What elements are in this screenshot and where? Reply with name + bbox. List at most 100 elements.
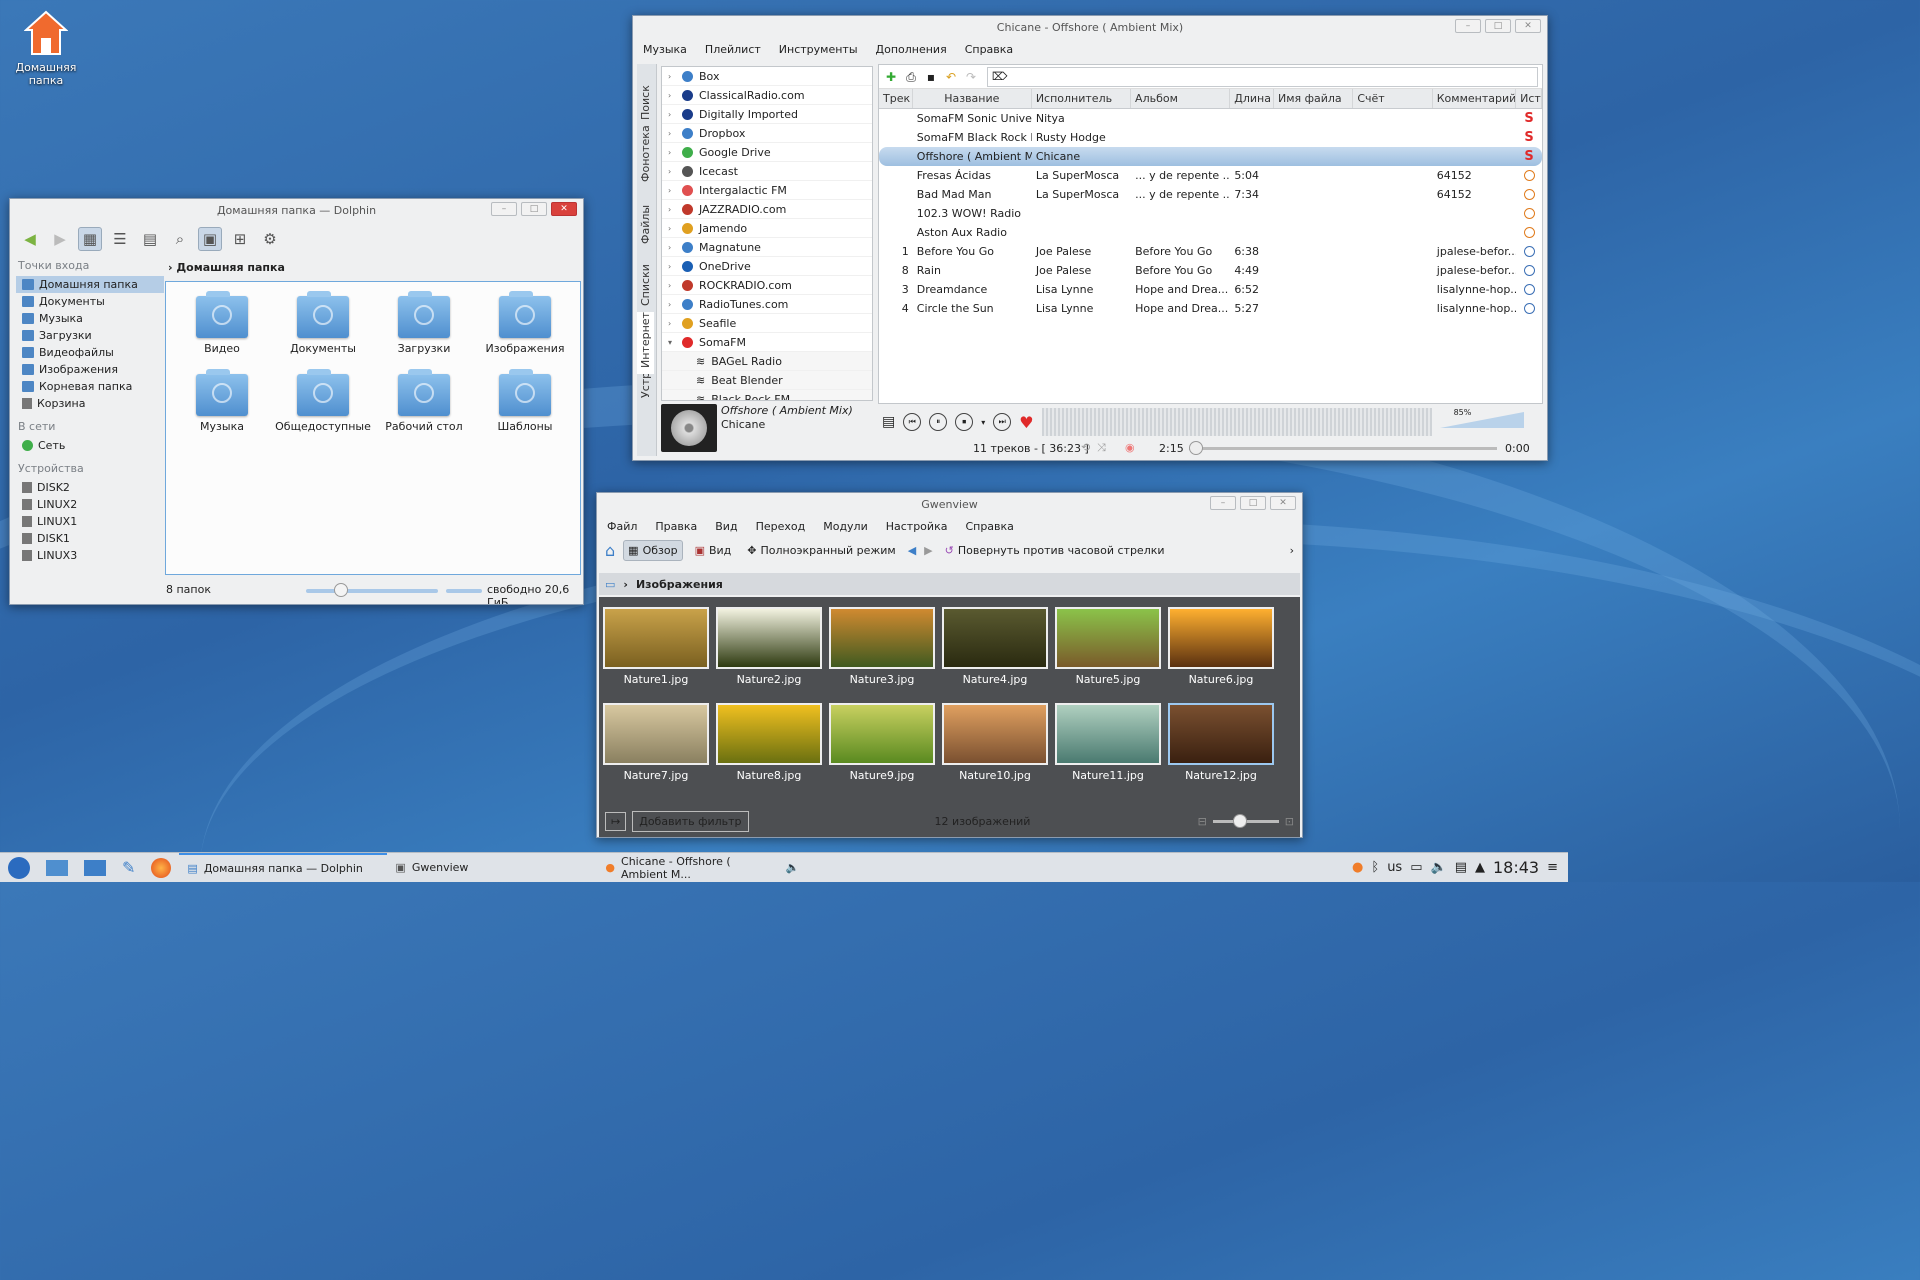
playlist-row[interactable]: Bad Mad Man La SuperMosca... y de repente… bbox=[879, 185, 1542, 204]
device-item[interactable]: LINUX3 bbox=[16, 547, 164, 564]
search-icon[interactable]: ⌕ bbox=[168, 227, 192, 251]
close-button[interactable]: ✕ bbox=[551, 202, 577, 216]
task-gwenview[interactable]: ▣ Gwenview bbox=[387, 853, 597, 883]
service-item[interactable]: › Seafile bbox=[662, 314, 872, 333]
tray-expand-icon[interactable]: ▲ bbox=[1475, 860, 1485, 875]
app-launcher[interactable] bbox=[0, 853, 38, 883]
menu-item[interactable]: Музыка bbox=[643, 43, 687, 56]
playlist-row[interactable]: Offshore ( Ambient Mix)ChicaneS bbox=[879, 147, 1542, 166]
volume-icon[interactable]: 🔈 bbox=[1431, 860, 1447, 875]
image-thumbnail[interactable]: Nature1.jpg bbox=[603, 607, 709, 686]
menu-item[interactable]: Справка bbox=[965, 520, 1013, 533]
menu-item[interactable]: Файл bbox=[607, 520, 637, 533]
details-view-button[interactable]: ▤ bbox=[138, 227, 162, 251]
side-tab[interactable]: Фонотека bbox=[637, 126, 654, 188]
side-tab[interactable]: Файлы bbox=[637, 188, 654, 250]
station-item[interactable]: ≋ BAGeL Radio bbox=[662, 352, 872, 371]
image-thumbnail[interactable]: Nature11.jpg bbox=[1055, 703, 1161, 782]
next-button[interactable]: ⏭ bbox=[993, 413, 1012, 431]
menu-item[interactable]: Модули bbox=[823, 520, 868, 533]
device-item[interactable]: DISK1 bbox=[16, 530, 164, 547]
image-thumbnail[interactable]: Nature12.jpg bbox=[1168, 703, 1274, 782]
service-item[interactable]: › Google Drive bbox=[662, 143, 872, 162]
keyboard-layout[interactable]: us bbox=[1387, 860, 1402, 875]
menu-item[interactable]: Дополнения bbox=[876, 43, 947, 56]
folder-item[interactable]: Видео bbox=[172, 291, 272, 355]
side-tab[interactable]: Поиск bbox=[637, 64, 654, 126]
minimize-button[interactable]: – bbox=[1210, 496, 1236, 510]
redo-icon[interactable]: ↷ bbox=[963, 69, 979, 85]
image-thumbnail[interactable]: Nature6.jpg bbox=[1168, 607, 1274, 686]
service-item[interactable]: › ClassicalRadio.com bbox=[662, 86, 872, 105]
place-item[interactable]: Изображения bbox=[16, 361, 164, 378]
playlist-row[interactable]: 4 Circle the Sun Lisa Lynne Hope and Drea..… bbox=[879, 299, 1542, 318]
place-item[interactable]: Музыка bbox=[16, 310, 164, 327]
thumb-size-slider[interactable] bbox=[1212, 813, 1279, 828]
playlist-row[interactable]: 3 Dreamdance Lisa Lynne Hope and Drea... 6:5… bbox=[879, 280, 1542, 299]
service-item[interactable]: › Jamendo bbox=[662, 219, 872, 238]
fullscreen-button[interactable]: ✥ Полноэкранный режим bbox=[743, 541, 899, 560]
image-thumbnail[interactable]: Nature10.jpg bbox=[942, 703, 1048, 782]
minimize-button[interactable]: – bbox=[1455, 19, 1481, 33]
maximize-button[interactable]: □ bbox=[1485, 19, 1511, 33]
service-item[interactable]: › Intergalactic FM bbox=[662, 181, 872, 200]
place-item[interactable]: Корневая папка bbox=[16, 378, 164, 395]
image-thumbnail[interactable]: Nature9.jpg bbox=[829, 703, 935, 782]
device-item[interactable]: DISK2 bbox=[16, 479, 164, 496]
service-item[interactable]: › JAZZRADIO.com bbox=[662, 200, 872, 219]
place-network[interactable]: Сеть bbox=[16, 437, 164, 454]
place-item[interactable]: Видеофайлы bbox=[16, 344, 164, 361]
image-thumbnail[interactable]: Nature5.jpg bbox=[1055, 607, 1161, 686]
menu-item[interactable]: Вид bbox=[715, 520, 737, 533]
device-item[interactable]: LINUX2 bbox=[16, 496, 164, 513]
place-item[interactable]: Документы bbox=[16, 293, 164, 310]
service-item[interactable]: › Dropbox bbox=[662, 124, 872, 143]
column-header[interactable]: Альбом bbox=[1131, 89, 1231, 108]
column-header[interactable]: Длина bbox=[1230, 89, 1274, 108]
desktop-button[interactable] bbox=[38, 853, 76, 883]
rotate-left-button[interactable]: ↺ Повернуть против часовой стрелки bbox=[941, 541, 1169, 560]
image-thumbnail[interactable]: Nature8.jpg bbox=[716, 703, 822, 782]
bluetooth-icon[interactable]: ᛒ bbox=[1371, 860, 1379, 875]
column-header[interactable]: Название bbox=[913, 89, 1032, 108]
breadcrumb[interactable]: › Домашняя папка bbox=[168, 261, 285, 274]
image-thumbnail[interactable]: Nature4.jpg bbox=[942, 607, 1048, 686]
icons-view-button[interactable]: ▦ bbox=[78, 227, 102, 251]
service-item[interactable]: ▾ SomaFM bbox=[662, 333, 872, 352]
minimize-button[interactable]: – bbox=[491, 202, 517, 216]
playlist-row[interactable]: 102.3 WOW! Radio bbox=[879, 204, 1542, 223]
stop-button[interactable]: ⏹ bbox=[955, 413, 974, 431]
clipboard-icon[interactable]: ▤ bbox=[1455, 860, 1467, 875]
service-item[interactable]: › Box bbox=[662, 67, 872, 86]
column-header[interactable]: Источник bbox=[1516, 89, 1542, 108]
repeat-icon[interactable]: ⟲ bbox=[1081, 441, 1090, 454]
folder-item[interactable]: Шаблоны bbox=[475, 369, 575, 433]
close-button[interactable]: ✕ bbox=[1515, 19, 1541, 33]
desktop-home-icon[interactable]: Домашняя папка bbox=[12, 8, 80, 87]
editor-launcher[interactable]: ✎ bbox=[114, 853, 143, 883]
sidebar-toggle-icon[interactable]: ↦ bbox=[605, 811, 627, 831]
menu-item[interactable]: Справка bbox=[965, 43, 1013, 56]
task-clementine[interactable]: ● Chicane - Offshore ( Ambient M... 🔈 bbox=[597, 853, 807, 883]
volume-slider[interactable]: 85% bbox=[1439, 408, 1524, 436]
playlist-row[interactable]: SomaFM Black Rock FMRusty HodgeS bbox=[879, 128, 1542, 147]
service-item[interactable]: › Icecast bbox=[662, 162, 872, 181]
side-tab[interactable]: Устр bbox=[637, 374, 654, 404]
clock[interactable]: 18:43 bbox=[1493, 858, 1539, 877]
maximize-button[interactable]: □ bbox=[521, 202, 547, 216]
maximize-button[interactable]: □ bbox=[1240, 496, 1266, 510]
view-button[interactable]: ▣ Вид bbox=[691, 541, 736, 560]
back-button[interactable]: ◀ bbox=[18, 227, 42, 251]
place-item[interactable]: Загрузки bbox=[16, 327, 164, 344]
playlist-filter-input[interactable]: ⌦ bbox=[987, 66, 1538, 87]
more-tools-icon[interactable]: › bbox=[1290, 544, 1294, 557]
column-header[interactable]: Имя файла bbox=[1274, 89, 1354, 108]
task-dolphin[interactable]: ▤ Домашняя папка — Dolphin bbox=[179, 852, 388, 883]
browse-button[interactable]: ▦ Обзор bbox=[623, 539, 683, 561]
image-thumbnail[interactable]: Nature2.jpg bbox=[716, 607, 822, 686]
folder-item[interactable]: Документы bbox=[273, 291, 373, 355]
next-image-button[interactable]: ▶ bbox=[924, 544, 932, 557]
place-item[interactable]: Домашняя папка bbox=[16, 276, 164, 293]
service-item[interactable]: › ROCKRADIO.com bbox=[662, 276, 872, 295]
service-item[interactable]: › Magnatune bbox=[662, 238, 872, 257]
